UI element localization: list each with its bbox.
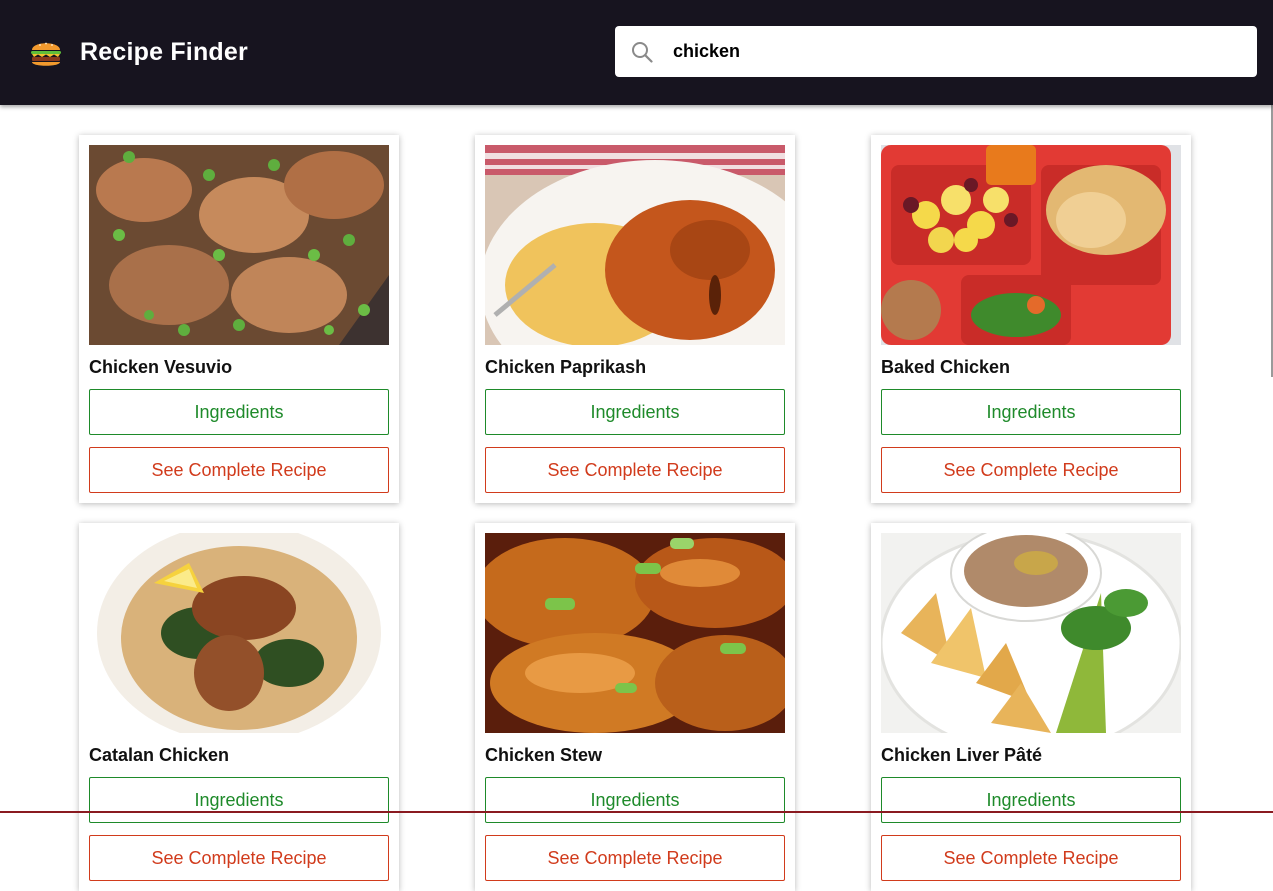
see-complete-recipe-button[interactable]: See Complete Recipe xyxy=(89,447,389,493)
recipe-image[interactable] xyxy=(881,145,1181,345)
recipe-title: Chicken Stew xyxy=(485,745,603,765)
burger-icon xyxy=(31,42,61,66)
recipe-title: Baked Chicken xyxy=(881,357,1011,377)
recipe-title: Chicken Liver Pâté xyxy=(881,745,1043,765)
recipe-card: Chicken Stew Ingredients See Complete Re… xyxy=(475,523,795,891)
recipe-image[interactable] xyxy=(485,533,785,733)
see-complete-recipe-button[interactable]: See Complete Recipe xyxy=(89,835,389,881)
ingredients-button[interactable]: Ingredients xyxy=(89,777,389,823)
ingredients-button[interactable]: Ingredients xyxy=(881,389,1181,435)
recipe-title: Chicken Paprikash xyxy=(485,357,647,377)
see-complete-recipe-button[interactable]: See Complete Recipe xyxy=(881,447,1181,493)
recipe-image[interactable] xyxy=(89,145,389,345)
recipe-card: Chicken Liver Pâté Ingredients See Compl… xyxy=(871,523,1191,891)
app-title: Recipe Finder xyxy=(80,38,248,66)
search-box[interactable] xyxy=(615,26,1257,77)
app-header: Recipe Finder xyxy=(0,0,1273,105)
recipe-card: Chicken Paprikash Ingredients See Comple… xyxy=(475,135,795,503)
see-complete-recipe-button[interactable]: See Complete Recipe xyxy=(485,447,785,493)
recipe-title: Chicken Vesuvio xyxy=(89,357,233,377)
recipe-card: Catalan Chicken Ingredients See Complete… xyxy=(79,523,399,891)
recipe-image[interactable] xyxy=(89,533,389,733)
ingredients-button[interactable]: Ingredients xyxy=(89,389,389,435)
ingredients-button[interactable]: Ingredients xyxy=(485,777,785,823)
see-complete-recipe-button[interactable]: See Complete Recipe xyxy=(485,835,785,881)
search-input[interactable] xyxy=(673,36,1233,67)
recipe-card: Baked Chicken Ingredients See Complete R… xyxy=(871,135,1191,503)
recipe-image[interactable] xyxy=(485,145,785,345)
recipe-title: Catalan Chicken xyxy=(89,745,230,765)
see-complete-recipe-button[interactable]: See Complete Recipe xyxy=(881,835,1181,881)
recipe-card: Chicken Vesuvio Ingredients See Complete… xyxy=(79,135,399,503)
ingredients-button[interactable]: Ingredients xyxy=(881,777,1181,823)
recipe-image[interactable] xyxy=(881,533,1181,733)
ingredients-button[interactable]: Ingredients xyxy=(485,389,785,435)
search-icon[interactable] xyxy=(631,41,653,63)
